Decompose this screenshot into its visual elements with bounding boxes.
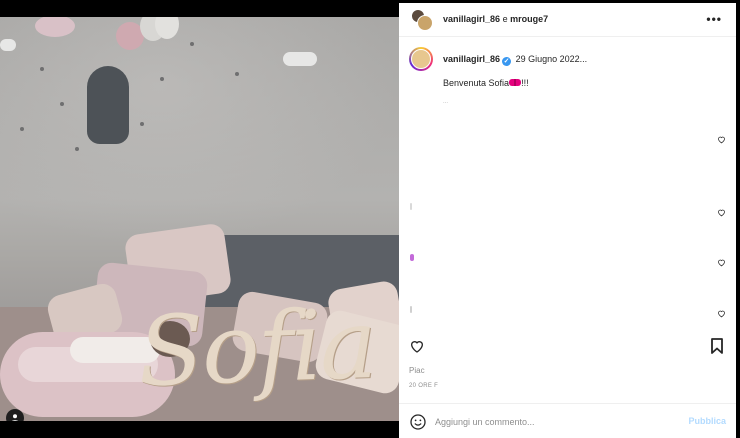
caption-text: Benvenuta Sofia!!! <box>443 78 529 88</box>
heart-glyph <box>718 310 725 318</box>
more-horizontal-icon[interactable]: ••• <box>706 12 722 26</box>
author-username[interactable]: vanillagirl_86 <box>443 14 500 24</box>
caption-more: ... <box>443 99 449 105</box>
post-detail-panel: vanillagirl_86 e mrouge7 ••• vanillagirl… <box>399 3 736 438</box>
collab-avatars[interactable] <box>411 9 433 31</box>
caption-date: 29 Giugno 2022... <box>515 54 588 64</box>
likes-count[interactable]: Piac <box>409 366 425 375</box>
cloud-decoration <box>0 39 16 51</box>
star-decoration <box>40 67 44 71</box>
avatar[interactable] <box>409 47 433 71</box>
ribbon-icon <box>509 79 522 86</box>
star-decoration <box>75 147 79 151</box>
bookmark-glyph <box>711 338 723 354</box>
user-tag-icon[interactable] <box>6 409 24 421</box>
comment-input[interactable] <box>435 413 675 431</box>
star-decoration <box>60 102 64 106</box>
avatar-image <box>411 49 431 69</box>
star-decoration <box>190 42 194 46</box>
heart-glyph <box>718 209 725 217</box>
post-photo[interactable]: Sofia <box>0 17 399 421</box>
heart-glyph <box>718 259 725 267</box>
comment-like-heart-icon[interactable] <box>717 305 726 318</box>
comment-avatar[interactable] <box>410 203 412 210</box>
comment-like-heart-icon[interactable] <box>717 204 726 217</box>
comment-avatar[interactable] <box>410 306 412 313</box>
caption-header: vanillagirl_86 ✓ 29 Giugno 2022... <box>443 54 587 66</box>
photo-name-sign: Sofia <box>136 287 377 409</box>
wall <box>0 17 399 247</box>
like-heart-icon[interactable] <box>409 338 425 354</box>
comment-avatar[interactable] <box>410 254 414 261</box>
star-decoration <box>20 127 24 131</box>
elephant-decoration <box>87 66 129 144</box>
post-authors: vanillagirl_86 e mrouge7 <box>443 14 548 24</box>
emoji-glyph <box>410 414 426 430</box>
viewer-edge <box>736 0 740 438</box>
comment-like-heart-icon[interactable] <box>717 131 726 144</box>
cloud-decoration <box>283 52 317 66</box>
verified-badge-icon: ✓ <box>502 57 512 66</box>
caption-suffix: !!! <box>521 78 529 88</box>
publish-button[interactable]: Pubblica <box>688 416 726 426</box>
emoji-icon[interactable] <box>410 414 426 430</box>
user-tag-glyph <box>12 414 18 421</box>
star-decoration <box>140 122 144 126</box>
bookmark-icon[interactable] <box>710 338 724 354</box>
caption-username[interactable]: vanillagirl_86 <box>443 54 500 64</box>
avatar <box>417 15 433 31</box>
author-separator: e <box>502 14 508 24</box>
post-header: vanillagirl_86 e mrouge7 ••• <box>399 3 736 37</box>
collaborator-username[interactable]: mrouge7 <box>510 14 548 24</box>
post-timestamp[interactable]: 20 ORE F <box>409 383 438 389</box>
star-decoration <box>160 77 164 81</box>
heart-glyph <box>410 341 424 353</box>
caption-body: Benvenuta Sofia <box>443 78 510 88</box>
comment-like-heart-icon[interactable] <box>717 254 726 267</box>
star-decoration <box>235 72 239 76</box>
post-actions <box>399 336 736 358</box>
heart-glyph <box>718 136 725 144</box>
comment-composer: Pubblica <box>399 403 736 438</box>
